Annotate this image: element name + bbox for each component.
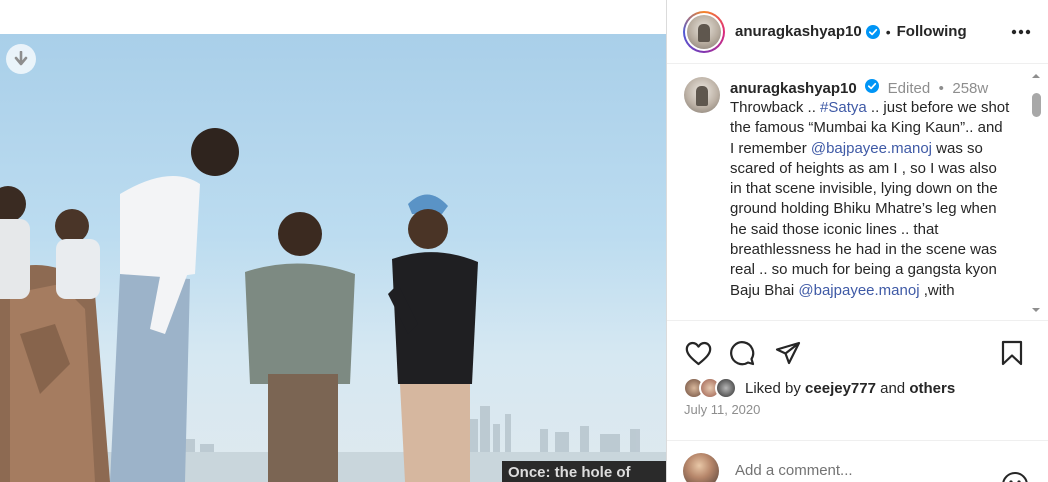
bookmark-icon	[1001, 340, 1023, 366]
post-age[interactable]: 258w	[952, 80, 988, 97]
author-avatar[interactable]	[683, 10, 725, 53]
caption-text-part: was so scared of heights as am I , so I …	[730, 139, 998, 299]
edited-label: Edited	[887, 80, 931, 97]
share-icon	[775, 341, 801, 365]
more-options-button[interactable]	[1009, 22, 1033, 42]
post-media[interactable]: Once: the hole of	[0, 0, 666, 482]
scrollbar-thumb[interactable]	[1032, 93, 1041, 117]
share-button[interactable]	[773, 338, 803, 368]
following-button[interactable]: Following	[897, 23, 967, 40]
author-username[interactable]: anuragkashyap10	[735, 23, 862, 40]
post-date[interactable]: July 11, 2020	[684, 402, 760, 417]
liked-by-prefix: Liked by	[745, 379, 806, 397]
likes-summary: Liked by ceejey777 and others	[683, 376, 955, 400]
post-header: anuragkashyap10 • Following	[667, 0, 1048, 64]
liker-username[interactable]: ceejey777	[805, 380, 876, 397]
hashtag-link[interactable]: #Satya	[820, 99, 867, 116]
scroll-down-icon[interactable]	[1031, 305, 1041, 315]
post-details-panel: anuragkashyap10 • Following anuragkashya…	[666, 0, 1048, 482]
caption: anuragkashyap10 Edited • 258w Throwback …	[730, 79, 1010, 301]
add-comment-bar	[667, 440, 1048, 482]
caption-text-part: ,with	[919, 281, 955, 299]
likes-and: and	[875, 379, 910, 397]
comments-scrollbar[interactable]	[1028, 65, 1044, 321]
download-button[interactable]	[6, 44, 36, 74]
emoji-button[interactable]	[1001, 457, 1029, 482]
emoji-icon	[1002, 472, 1028, 482]
comment-button[interactable]	[727, 338, 757, 368]
more-options-icon	[1011, 29, 1031, 35]
likes-others-link[interactable]: others	[909, 380, 955, 397]
meta-separator: •	[938, 80, 944, 97]
photo-caption-strip: Once: the hole of	[502, 461, 666, 482]
post-photo	[0, 34, 666, 482]
post-actions	[667, 338, 1048, 370]
likes-text: Liked by ceejey777 and others	[745, 380, 955, 397]
caption-text: Throwback .. #Satya .. just before we sh…	[730, 98, 1010, 301]
comments-section: anuragkashyap10 Edited • 258w Throwback …	[667, 65, 1048, 321]
caption-author-avatar[interactable]	[684, 77, 720, 113]
photo-illustration	[0, 128, 666, 482]
verified-badge-icon	[865, 79, 880, 93]
like-button[interactable]	[683, 338, 713, 368]
header-separator: •	[885, 23, 891, 40]
caption-username[interactable]: anuragkashyap10	[730, 80, 857, 97]
scroll-up-icon[interactable]	[1031, 71, 1041, 81]
heart-icon	[685, 341, 711, 365]
viewer-avatar	[683, 452, 719, 482]
mention-link[interactable]: @bajpayee.manoj	[811, 140, 932, 157]
save-button[interactable]	[997, 338, 1027, 368]
liker-avatar[interactable]	[715, 377, 737, 399]
caption-text-part: Throwback ..	[730, 99, 821, 116]
liker-avatars	[683, 377, 743, 399]
verified-badge-icon	[865, 24, 880, 39]
download-icon	[14, 51, 28, 66]
comment-icon	[730, 341, 755, 366]
mention-link[interactable]: @bajpayee.manoj	[798, 282, 919, 299]
comment-input[interactable]	[735, 462, 985, 479]
